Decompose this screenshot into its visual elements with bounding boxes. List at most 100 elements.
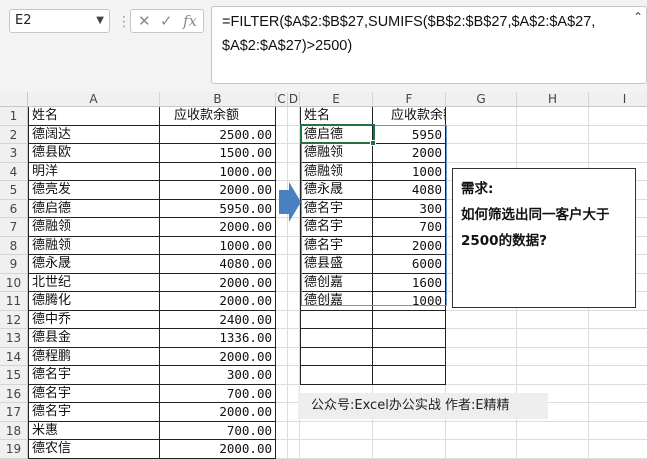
more-options-icon[interactable]: ⋮ (117, 14, 131, 30)
cell-g1[interactable] (446, 107, 517, 126)
cell-f14[interactable] (373, 347, 446, 366)
cell-g3[interactable] (446, 144, 517, 163)
cell-a5[interactable]: 德亮发 (28, 181, 160, 200)
cell-b8[interactable]: 1000.00 (160, 236, 276, 255)
cell-h14[interactable] (517, 347, 589, 366)
cell-d1[interactable] (288, 107, 300, 126)
select-all-corner[interactable] (0, 92, 28, 107)
cell-c17[interactable] (276, 403, 288, 422)
cell-a4[interactable]: 明洋 (28, 162, 160, 181)
cell-h2[interactable] (517, 125, 589, 144)
row-header-4[interactable]: 4 (0, 162, 28, 181)
cell-c9[interactable] (276, 255, 288, 274)
cell-i12[interactable] (589, 311, 647, 329)
cell-a11[interactable]: 德腾化 (28, 292, 160, 311)
cell-c16[interactable] (276, 384, 288, 403)
cell-e1[interactable]: 姓名 (300, 107, 373, 126)
cell-d18[interactable] (288, 421, 300, 440)
cell-b4[interactable]: 1000.00 (160, 162, 276, 181)
cell-d12[interactable] (288, 310, 300, 329)
cell-f13[interactable] (373, 329, 446, 348)
cell-a12[interactable]: 德中乔 (28, 310, 160, 329)
row-header-2[interactable]: 2 (0, 125, 28, 144)
cell-h13[interactable] (517, 329, 589, 348)
row-header-17[interactable]: 17 (0, 403, 28, 422)
cell-g18[interactable] (446, 421, 517, 440)
cell-a3[interactable]: 德县欧 (28, 144, 160, 163)
cell-b11[interactable]: 2000.00 (160, 292, 276, 311)
cell-c11[interactable] (276, 292, 288, 311)
cell-f1[interactable]: 应收款余额 (373, 107, 446, 126)
cell-g15[interactable] (446, 366, 517, 385)
row-header-10[interactable]: 10 (0, 273, 28, 292)
cell-h15[interactable] (517, 366, 589, 385)
cell-e12[interactable] (300, 310, 373, 329)
cell-b6[interactable]: 5950.00 (160, 199, 276, 218)
cell-b2[interactable]: 2500.00 (160, 125, 276, 144)
cell-e18[interactable] (300, 421, 373, 440)
cell-a2[interactable]: 德阔达 (28, 125, 160, 144)
expand-formula-icon[interactable]: ⌃ (633, 10, 643, 24)
formula-input[interactable]: =FILTER($A$2:$B$27,SUMIFS($B$2:$B$27,$A$… (211, 6, 647, 84)
row-header-7[interactable]: 7 (0, 218, 28, 237)
cell-b9[interactable]: 4080.00 (160, 255, 276, 274)
cell-d8[interactable] (288, 236, 300, 255)
row-header-8[interactable]: 8 (0, 236, 28, 255)
row-header-18[interactable]: 18 (0, 421, 28, 440)
cell-b18[interactable]: 700.00 (160, 421, 276, 440)
cell-d11[interactable] (288, 292, 300, 311)
row-header-3[interactable]: 3 (0, 144, 28, 163)
cell-c2[interactable] (276, 125, 288, 144)
cell-i16[interactable] (589, 385, 647, 403)
fill-handle[interactable] (370, 140, 376, 146)
cell-g13[interactable] (446, 329, 517, 348)
cell-i15[interactable] (589, 366, 647, 385)
cell-a16[interactable]: 德名宇 (28, 384, 160, 403)
cell-e15[interactable] (300, 366, 373, 385)
cell-e13[interactable] (300, 329, 373, 348)
column-header-d[interactable]: D (288, 92, 300, 107)
cell-b1[interactable]: 应收款余额 (160, 107, 276, 126)
cell-i3[interactable] (589, 144, 647, 163)
row-header-15[interactable]: 15 (0, 366, 28, 385)
cell-b12[interactable]: 2400.00 (160, 310, 276, 329)
cell-c8[interactable] (276, 236, 288, 255)
cell-i17[interactable] (589, 403, 647, 422)
cell-d3[interactable] (288, 144, 300, 163)
cell-b14[interactable]: 2000.00 (160, 347, 276, 366)
cell-d9[interactable] (288, 255, 300, 274)
cell-c18[interactable] (276, 421, 288, 440)
cell-c15[interactable] (276, 366, 288, 385)
row-header-6[interactable]: 6 (0, 199, 28, 218)
column-header-e[interactable]: E (300, 92, 373, 107)
chevron-down-icon[interactable]: ▼ (96, 10, 104, 32)
cell-b13[interactable]: 1336.00 (160, 329, 276, 348)
cell-h12[interactable] (517, 310, 589, 329)
cell-i1[interactable] (589, 107, 647, 126)
cell-d14[interactable] (288, 347, 300, 366)
cell-b5[interactable]: 2000.00 (160, 181, 276, 200)
column-header-i[interactable]: I (589, 92, 647, 107)
cell-a15[interactable]: 德名宇 (28, 366, 160, 385)
cell-f18[interactable] (373, 421, 446, 440)
cell-c14[interactable] (276, 347, 288, 366)
column-header-c[interactable]: C (276, 92, 288, 107)
cell-c1[interactable] (276, 107, 288, 126)
cell-f15[interactable] (373, 366, 446, 385)
cell-c4[interactable] (276, 162, 288, 181)
cell-h3[interactable] (517, 144, 589, 163)
cell-i2[interactable] (589, 126, 647, 144)
enter-icon[interactable]: ✓ (160, 12, 173, 30)
cell-i14[interactable] (589, 348, 647, 366)
cell-c13[interactable] (276, 329, 288, 348)
cell-b15[interactable]: 300.00 (160, 366, 276, 385)
cell-b16[interactable]: 700.00 (160, 384, 276, 403)
row-header-12[interactable]: 12 (0, 310, 28, 329)
cell-c12[interactable] (276, 310, 288, 329)
cell-h18[interactable] (517, 421, 589, 440)
cell-f12[interactable] (373, 310, 446, 329)
row-header-13[interactable]: 13 (0, 329, 28, 348)
row-header-5[interactable]: 5 (0, 181, 28, 200)
cell-g2[interactable] (446, 125, 517, 144)
row-header-11[interactable]: 11 (0, 292, 28, 311)
